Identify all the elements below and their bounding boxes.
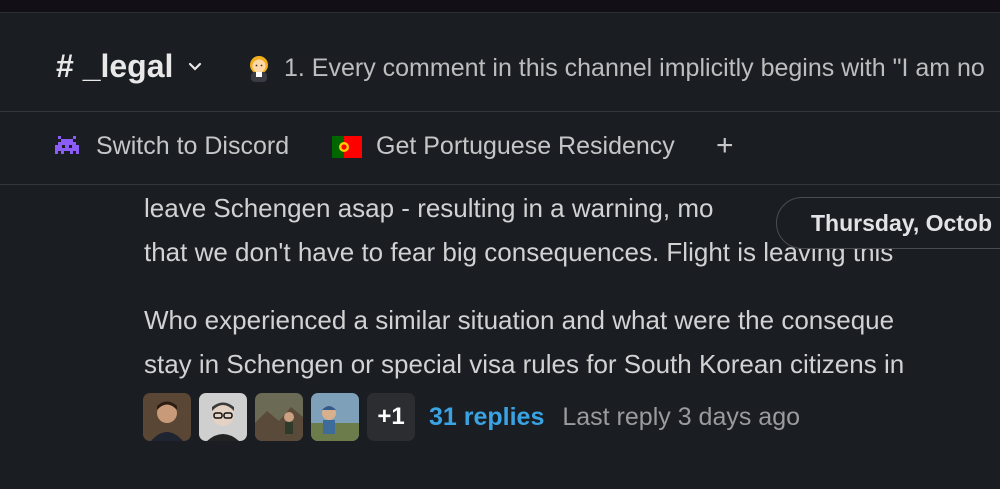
bookmark-label: Switch to Discord: [96, 132, 290, 160]
date-divider[interactable]: Thursday, Octob: [776, 197, 1000, 249]
last-reply-text: Last reply 3 days ago: [562, 402, 801, 431]
alien-monster-icon: [55, 135, 79, 154]
window-top-strip: [0, 0, 1000, 13]
avatar[interactable]: [255, 393, 303, 441]
channel-name-button[interactable]: # _legal: [56, 48, 205, 85]
thread-summary[interactable]: +1 31 replies Last reply 3 days ago: [143, 393, 800, 441]
bookmark-switch-to-discord[interactable]: Switch to Discord: [52, 132, 289, 161]
woman-judge-emoji-icon: [250, 56, 268, 82]
bookmark-label: Get Portuguese Residency: [376, 132, 675, 160]
bookmarks-bar: Switch to Discord Get Portuguese Residen…: [0, 113, 1000, 185]
chevron-down-icon: [189, 62, 202, 71]
add-bookmark-button[interactable]: +: [716, 129, 734, 163]
replies-link[interactable]: 31 replies: [429, 403, 544, 432]
topic-text: 1. Every comment in this channel implici…: [284, 53, 985, 82]
channel-header: # _legal 1. Every comment in this channe…: [0, 14, 1000, 112]
message-line: Who experienced a similar situation and …: [144, 305, 895, 335]
more-participants-badge[interactable]: +1: [367, 393, 415, 441]
portugal-flag-icon: [332, 135, 362, 158]
avatar[interactable]: [143, 393, 191, 441]
date-divider-label: Thursday, Octob: [811, 209, 993, 236]
avatar[interactable]: [311, 393, 359, 441]
channel-name: # _legal: [56, 48, 174, 84]
bookmark-portuguese-residency[interactable]: Get Portuguese Residency: [332, 132, 675, 161]
avatar[interactable]: [199, 393, 247, 441]
message-paragraph: Who experienced a similar situation and …: [144, 298, 904, 386]
message-line: stay in Schengen or special visa rules f…: [144, 349, 905, 379]
channel-topic[interactable]: 1. Every comment in this channel implici…: [244, 53, 985, 83]
